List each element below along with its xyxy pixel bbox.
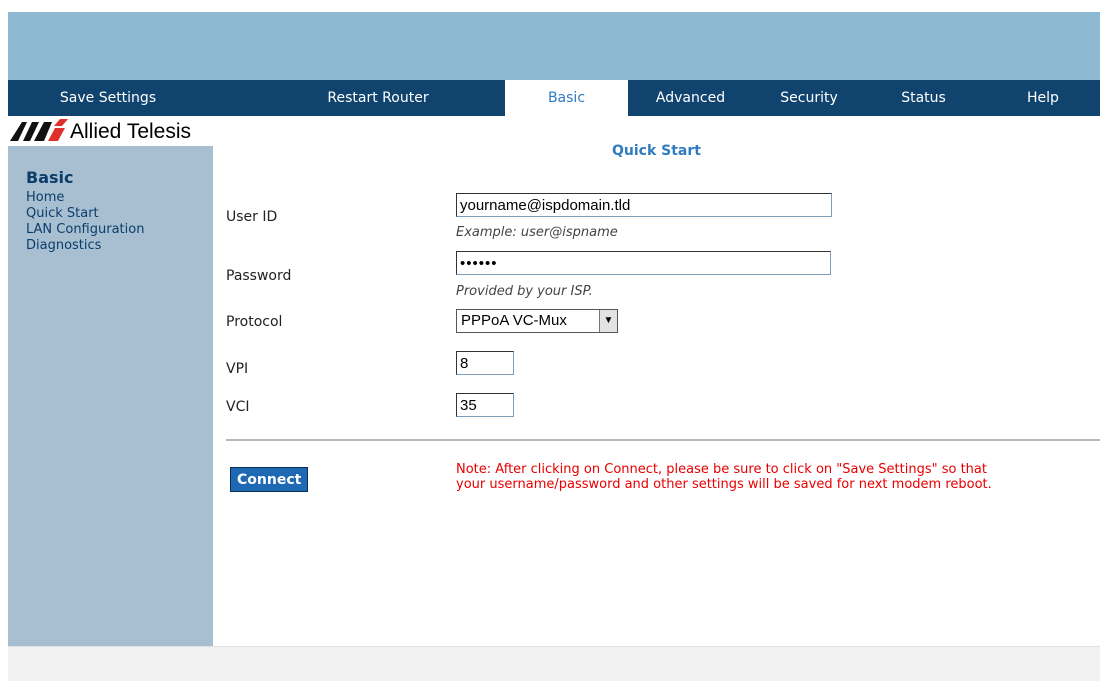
- page-title: Quick Start: [612, 143, 701, 159]
- header-banner: [8, 12, 1100, 80]
- protocol-select[interactable]: PPPoA VC-Mux ▼: [456, 309, 618, 333]
- logo-mark-icon: Allied Telesis: [10, 119, 191, 143]
- sidebar-item-lan-configuration[interactable]: LAN Configuration: [26, 222, 144, 237]
- nav-basic[interactable]: Basic: [505, 80, 628, 116]
- note-line-2: your username/password and other setting…: [456, 477, 992, 492]
- nav-status[interactable]: Status: [865, 80, 982, 116]
- nav-advanced[interactable]: Advanced: [628, 80, 753, 116]
- sidebar-item-diagnostics[interactable]: Diagnostics: [26, 238, 101, 253]
- nav-security[interactable]: Security: [753, 80, 865, 116]
- vpi-label: VPI: [226, 361, 249, 377]
- protocol-label: Protocol: [226, 314, 283, 330]
- nav-help[interactable]: Help: [1003, 80, 1083, 116]
- sidebar-item-home[interactable]: Home: [26, 190, 64, 205]
- password-label: Password: [226, 268, 292, 284]
- top-nav: Save Settings Restart Router Basic Advan…: [8, 80, 1100, 116]
- sidebar-title: Basic: [26, 168, 74, 187]
- footer-bar: [8, 646, 1100, 681]
- user-id-hint: Example: user@ispname: [456, 225, 618, 240]
- sidebar: Basic Home Quick Start LAN Configuration…: [8, 146, 213, 646]
- sidebar-item-quick-start[interactable]: Quick Start: [26, 206, 99, 221]
- password-input[interactable]: [456, 251, 831, 275]
- note-line-1: Note: After clicking on Connect, please …: [456, 462, 987, 477]
- user-id-label: User ID: [226, 209, 278, 225]
- protocol-selected-value: PPPoA VC-Mux: [461, 312, 567, 329]
- vci-label: VCI: [226, 399, 250, 415]
- save-settings-note: Note: After clicking on Connect, please …: [456, 462, 1100, 492]
- password-hint: Provided by your ISP.: [456, 284, 593, 299]
- vpi-input[interactable]: [456, 351, 514, 375]
- logo-text: Allied Telesis: [70, 120, 191, 143]
- nav-save-settings[interactable]: Save Settings: [8, 80, 208, 116]
- vci-input[interactable]: [456, 393, 514, 417]
- user-id-input[interactable]: [456, 193, 832, 217]
- chevron-down-icon[interactable]: ▼: [599, 310, 617, 332]
- allied-telesis-logo: Allied Telesis: [8, 116, 213, 146]
- form-divider: [226, 439, 1100, 441]
- nav-restart-router[interactable]: Restart Router: [278, 80, 478, 116]
- connect-button[interactable]: Connect: [230, 467, 309, 492]
